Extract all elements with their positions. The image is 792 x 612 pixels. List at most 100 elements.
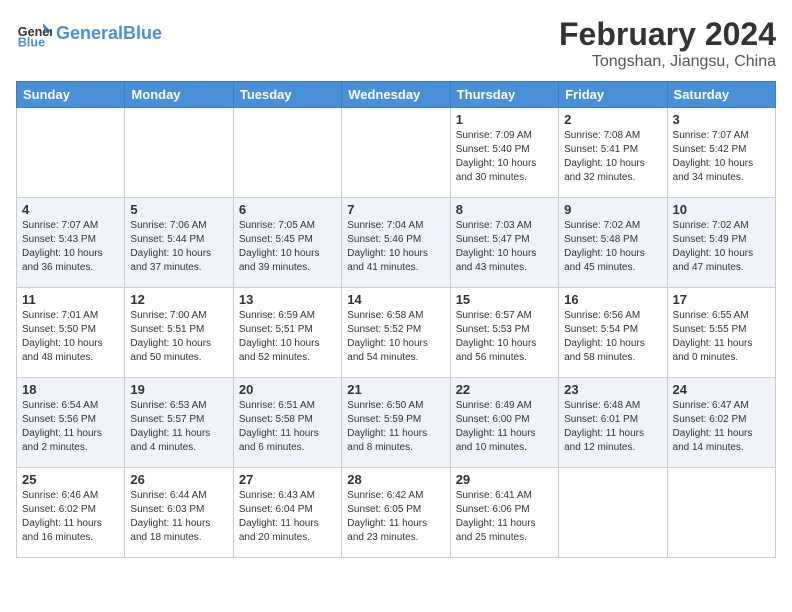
calendar-week-row: 18Sunrise: 6:54 AMSunset: 5:56 PMDayligh… [17, 378, 776, 468]
day-number: 4 [22, 202, 119, 217]
day-number: 22 [456, 382, 553, 397]
day-info: Sunrise: 6:47 AMSunset: 6:02 PMDaylight:… [673, 399, 770, 455]
day-number: 20 [239, 382, 336, 397]
day-info: Sunrise: 6:44 AMSunset: 6:03 PMDaylight:… [130, 489, 227, 545]
svg-text:Blue: Blue [18, 36, 45, 50]
calendar-cell: 4 Sunrise: 7:07 AMSunset: 5:43 PMDaylight… [17, 198, 125, 288]
calendar-cell [125, 108, 233, 198]
day-number: 3 [673, 112, 770, 127]
day-number: 5 [130, 202, 227, 217]
day-info: Sunrise: 7:07 AMSunset: 5:42 PMDaylight:… [673, 129, 770, 185]
day-info: Sunrise: 7:02 AMSunset: 5:49 PMDaylight:… [673, 219, 770, 275]
calendar-cell: 9Sunrise: 7:02 AMSunset: 5:48 PMDaylight… [559, 198, 667, 288]
calendar-cell: 2 Sunrise: 7:08 AMSunset: 5:41 PMDaylight… [559, 108, 667, 198]
day-number: 6 [239, 202, 336, 217]
weekday-header-sunday: Sunday [17, 82, 125, 108]
calendar-cell: 7Sunrise: 7:04 AMSunset: 5:46 PMDaylight… [342, 198, 450, 288]
calendar-cell [17, 108, 125, 198]
calendar-week-row: 1Sunrise: 7:09 AMSunset: 5:40 PMDaylight… [17, 108, 776, 198]
weekday-header-thursday: Thursday [450, 82, 558, 108]
day-number: 11 [22, 292, 119, 307]
logo-text: GeneralBlue [56, 24, 162, 44]
calendar-cell: 25Sunrise: 6:46 AMSunset: 6:02 PMDayligh… [17, 468, 125, 558]
day-info: Sunrise: 6:49 AMSunset: 6:00 PMDaylight:… [456, 399, 553, 455]
calendar-cell: 5Sunrise: 7:06 AMSunset: 5:44 PMDaylight… [125, 198, 233, 288]
day-number: 1 [456, 112, 553, 127]
calendar-cell: 1Sunrise: 7:09 AMSunset: 5:40 PMDaylight… [450, 108, 558, 198]
calendar-week-row: 11 Sunrise: 7:01 AMSunset: 5:50 PMDayligh… [17, 288, 776, 378]
location-title: Tongshan, Jiangsu, China [559, 53, 776, 71]
logo-blue: Blue [123, 23, 162, 43]
day-number: 16 [564, 292, 661, 307]
day-number: 14 [347, 292, 444, 307]
day-number: 13 [239, 292, 336, 307]
day-info: Sunrise: 7:08 AMSunset: 5:41 PMDaylight:… [564, 129, 661, 185]
calendar-cell [559, 468, 667, 558]
day-number: 29 [456, 472, 553, 487]
calendar-cell: 26 Sunrise: 6:44 AMSunset: 6:03 PMDayligh… [125, 468, 233, 558]
calendar-cell: 15 Sunrise: 6:57 AMSunset: 5:53 PMDayligh… [450, 288, 558, 378]
day-number: 26 [130, 472, 227, 487]
weekday-header-saturday: Saturday [667, 82, 775, 108]
calendar-cell: 21Sunrise: 6:50 AMSunset: 5:59 PMDayligh… [342, 378, 450, 468]
day-number: 24 [673, 382, 770, 397]
calendar-cell: 8 Sunrise: 7:03 AMSunset: 5:47 PMDaylight… [450, 198, 558, 288]
day-info: Sunrise: 7:04 AMSunset: 5:46 PMDaylight:… [347, 219, 444, 275]
day-info: Sunrise: 6:42 AMSunset: 6:05 PMDaylight:… [347, 489, 444, 545]
day-number: 23 [564, 382, 661, 397]
day-number: 27 [239, 472, 336, 487]
day-info: Sunrise: 7:00 AMSunset: 5:51 PMDaylight:… [130, 309, 227, 365]
calendar-cell [667, 468, 775, 558]
day-info: Sunrise: 6:46 AMSunset: 6:02 PMDaylight:… [22, 489, 119, 545]
day-number: 28 [347, 472, 444, 487]
day-info: Sunrise: 6:59 AMSunset: 5:51 PMDaylight:… [239, 309, 336, 365]
calendar-cell [233, 108, 341, 198]
day-info: Sunrise: 7:07 AMSunset: 5:43 PMDaylight:… [22, 219, 119, 275]
calendar-cell: 29Sunrise: 6:41 AMSunset: 6:06 PMDayligh… [450, 468, 558, 558]
day-number: 8 [456, 202, 553, 217]
day-number: 2 [564, 112, 661, 127]
day-number: 19 [130, 382, 227, 397]
day-number: 21 [347, 382, 444, 397]
calendar-cell: 24 Sunrise: 6:47 AMSunset: 6:02 PMDayligh… [667, 378, 775, 468]
logo-icon: General Blue [16, 16, 52, 52]
calendar-week-row: 25Sunrise: 6:46 AMSunset: 6:02 PMDayligh… [17, 468, 776, 558]
calendar-cell: 16 Sunrise: 6:56 AMSunset: 5:54 PMDayligh… [559, 288, 667, 378]
calendar-table: SundayMondayTuesdayWednesdayThursdayFrid… [16, 81, 776, 558]
calendar-cell: 18Sunrise: 6:54 AMSunset: 5:56 PMDayligh… [17, 378, 125, 468]
weekday-header-wednesday: Wednesday [342, 82, 450, 108]
weekday-header-friday: Friday [559, 82, 667, 108]
month-title: February 2024 [559, 16, 776, 53]
calendar-cell: 28 Sunrise: 6:42 AMSunset: 6:05 PMDayligh… [342, 468, 450, 558]
calendar-week-row: 4 Sunrise: 7:07 AMSunset: 5:43 PMDaylight… [17, 198, 776, 288]
day-info: Sunrise: 6:58 AMSunset: 5:52 PMDaylight:… [347, 309, 444, 365]
calendar-cell: 3 Sunrise: 7:07 AMSunset: 5:42 PMDaylight… [667, 108, 775, 198]
day-number: 15 [456, 292, 553, 307]
day-info: Sunrise: 6:51 AMSunset: 5:58 PMDaylight:… [239, 399, 336, 455]
day-info: Sunrise: 6:43 AMSunset: 6:04 PMDaylight:… [239, 489, 336, 545]
calendar-cell: 12 Sunrise: 7:00 AMSunset: 5:51 PMDayligh… [125, 288, 233, 378]
calendar-cell: 20 Sunrise: 6:51 AMSunset: 5:58 PMDayligh… [233, 378, 341, 468]
calendar-cell: 6Sunrise: 7:05 AMSunset: 5:45 PMDaylight… [233, 198, 341, 288]
calendar-cell [342, 108, 450, 198]
weekday-header-row: SundayMondayTuesdayWednesdayThursdayFrid… [17, 82, 776, 108]
day-info: Sunrise: 6:55 AMSunset: 5:55 PMDaylight:… [673, 309, 770, 365]
calendar-cell: 13 Sunrise: 6:59 AMSunset: 5:51 PMDayligh… [233, 288, 341, 378]
day-info: Sunrise: 6:57 AMSunset: 5:53 PMDaylight:… [456, 309, 553, 365]
calendar-cell: 17 Sunrise: 6:55 AMSunset: 5:55 PMDayligh… [667, 288, 775, 378]
day-info: Sunrise: 6:56 AMSunset: 5:54 PMDaylight:… [564, 309, 661, 365]
calendar-cell: 19 Sunrise: 6:53 AMSunset: 5:57 PMDayligh… [125, 378, 233, 468]
page-header: General Blue GeneralBlue February 2024 T… [16, 16, 776, 71]
day-info: Sunrise: 6:48 AMSunset: 6:01 PMDaylight:… [564, 399, 661, 455]
day-info: Sunrise: 6:53 AMSunset: 5:57 PMDaylight:… [130, 399, 227, 455]
weekday-header-monday: Monday [125, 82, 233, 108]
day-info: Sunrise: 7:01 AMSunset: 5:50 PMDaylight:… [22, 309, 119, 365]
day-number: 17 [673, 292, 770, 307]
logo-general: General [56, 23, 123, 43]
day-number: 12 [130, 292, 227, 307]
calendar-cell: 11 Sunrise: 7:01 AMSunset: 5:50 PMDayligh… [17, 288, 125, 378]
title-area: February 2024 Tongshan, Jiangsu, China [559, 16, 776, 71]
calendar-cell: 10Sunrise: 7:02 AMSunset: 5:49 PMDayligh… [667, 198, 775, 288]
weekday-header-tuesday: Tuesday [233, 82, 341, 108]
day-info: Sunrise: 7:03 AMSunset: 5:47 PMDaylight:… [456, 219, 553, 275]
